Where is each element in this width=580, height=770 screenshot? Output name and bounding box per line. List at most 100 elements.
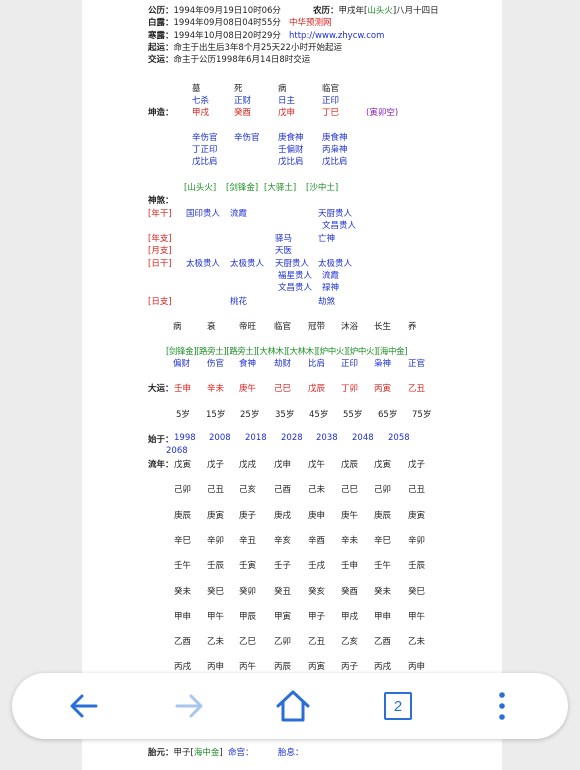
tabs-button[interactable]: 2 [373, 681, 423, 731]
dayun-cell: 戊辰 [308, 384, 326, 394]
shensha-item: 流霞 [230, 209, 248, 219]
liunian-cell: 壬午 [174, 561, 192, 572]
pillar-god-year: 墓 [192, 84, 201, 94]
age-cell: 35岁 [275, 410, 295, 420]
forward-button[interactable] [164, 681, 214, 731]
liunian-cell: 甲申 [174, 611, 192, 622]
pillar-ganzhi-year: 甲戌 [192, 108, 210, 118]
dayun-cell: 乙丑 [408, 384, 426, 394]
liunian-cell: 戊寅 [174, 460, 192, 470]
liunian-cell: 乙亥 [341, 637, 359, 648]
liunian-cell: 癸卯 [239, 586, 257, 597]
liunian-cell: 丙戌 [174, 662, 192, 673]
liunian-cell: 己丑 [408, 485, 426, 496]
shiyu-year: 2018 [245, 433, 267, 443]
liunian-cell: 癸亥 [308, 586, 326, 597]
dayun-cell: 辛未 [207, 384, 225, 394]
liunian-cell: 丙寅 [308, 662, 326, 673]
back-button[interactable] [59, 681, 109, 731]
hidden-day-1: 庚食神 [278, 133, 304, 143]
shensha-item: 福星贵人 [278, 271, 313, 281]
site-url-link[interactable]: http://www.zhycw.com [289, 31, 384, 42]
dayun-shishen-cell: 枭神 [374, 359, 392, 369]
liunian-cell: 乙酉 [374, 637, 392, 648]
liunian-cell: 乙巳 [239, 637, 257, 648]
kongwang: (寅卯空) [366, 108, 399, 118]
shensha-item: 文昌贵人 [322, 221, 357, 231]
liunian-cell: 乙酉 [174, 637, 192, 648]
shiyu-year: 2038 [316, 433, 338, 443]
more-menu-button[interactable] [477, 681, 527, 731]
hidden-month-1: 辛伤官 [234, 133, 260, 143]
shensha-item: 太极贵人 [318, 259, 353, 269]
liunian-cell: 辛卯 [207, 535, 225, 546]
liunian-cell: 庚寅 [207, 510, 225, 521]
liunian-cell: 癸未 [174, 586, 192, 597]
shiyu-label: 始于： [148, 435, 174, 445]
dayun-cell: 庚午 [239, 384, 257, 394]
shiyu-year: 2048 [352, 433, 374, 443]
jiaoyun-line: 交运：命主于公历1998年6月14日8时交运 [148, 55, 311, 65]
pillar-nayin-day: [大驿土] [264, 183, 297, 193]
changsheng-cell: 衰 [207, 322, 216, 332]
liunian-cell: 癸酉 [341, 586, 359, 597]
liunian-cell: 甲辰 [239, 611, 257, 622]
liunian-cell: 庚辰 [374, 510, 392, 521]
shensha-item: 国印贵人 [186, 209, 221, 219]
liunian-cell: 己卯 [374, 485, 392, 496]
liunian-cell: 辛巳 [174, 535, 192, 546]
liunian-cell: 庚午 [341, 510, 359, 521]
more-vertical-icon [499, 692, 505, 720]
liunian-cell: 乙未 [408, 637, 426, 648]
pillar-god-day: 病 [278, 84, 287, 94]
liunian-cell: 己酉 [274, 485, 292, 496]
liunian-cell: 辛丑 [239, 535, 257, 546]
dayun-shishen-cell: 正印 [341, 359, 359, 369]
liunian-cell: 辛巳 [374, 535, 392, 546]
liunian-cell: 庚戌 [274, 510, 292, 521]
liunian-cell: 戊戌 [239, 460, 257, 470]
minggong-partial: 命宫： [228, 748, 254, 758]
changsheng-cell: 冠带 [308, 322, 326, 332]
bailu-line: 白露：1994年09月08日04时55分 [148, 18, 281, 28]
dayun-shishen-cell: 偏财 [173, 359, 191, 369]
liunian-cell: 癸丑 [274, 586, 292, 597]
gongli-line: 公历：1994年09月19日10时06分 [148, 6, 281, 16]
liunian-cell: 戊辰 [341, 460, 359, 470]
nongli-line: 农历：甲戌年[山头火]八月十四日 [313, 6, 439, 16]
home-icon [276, 690, 310, 722]
dayun-shishen-cell: 正官 [408, 359, 426, 369]
liunian-cell: 辛未 [341, 535, 359, 546]
age-cell: 25岁 [240, 410, 260, 420]
hidden-year-2: 丁正印 [192, 145, 218, 155]
liunian-cell: 己丑 [207, 485, 225, 496]
liunian-cell: 壬申 [341, 561, 359, 572]
age-cell: 75岁 [412, 410, 432, 420]
hidden-year-3: 戊比肩 [192, 157, 218, 167]
page-content: 公历：1994年09月19日10时06分 农历：甲戌年[山头火]八月十四日 白露… [82, 0, 502, 770]
liunian-cell: 甲午 [207, 611, 225, 622]
hidden-hour-1: 庚食神 [322, 133, 348, 143]
shensha-item: 亡神 [318, 234, 336, 244]
age-cell: 65岁 [378, 410, 398, 420]
age-cell: 45岁 [309, 410, 329, 420]
liunian-cell: 癸未 [374, 586, 392, 597]
liunian-cell: 丙子 [341, 662, 359, 673]
liunian-cell: 戊子 [408, 460, 426, 470]
browser-bottom-bar: 2 [12, 673, 568, 739]
home-button[interactable] [268, 681, 318, 731]
liunian-cell: 己巳 [341, 485, 359, 496]
shiyu-year: 2008 [209, 433, 231, 443]
shensha-item: 驿马 [275, 234, 293, 244]
changsheng-cell: 帝旺 [239, 322, 257, 332]
dayun-shishen-cell: 伤官 [207, 359, 225, 369]
shensha-item: 劫煞 [318, 297, 336, 307]
liunian-cell: 丙申 [408, 662, 426, 673]
liunian-cell: 己未 [308, 485, 326, 496]
age-cell: 15岁 [206, 410, 226, 420]
pillar-shishen-hour: 正印 [322, 96, 340, 106]
liunian-cell: 戊寅 [374, 460, 392, 470]
dayun-shishen-cell: 劫财 [274, 359, 292, 369]
changsheng-cell: 养 [408, 322, 417, 332]
changsheng-cell: 长生 [374, 322, 392, 332]
